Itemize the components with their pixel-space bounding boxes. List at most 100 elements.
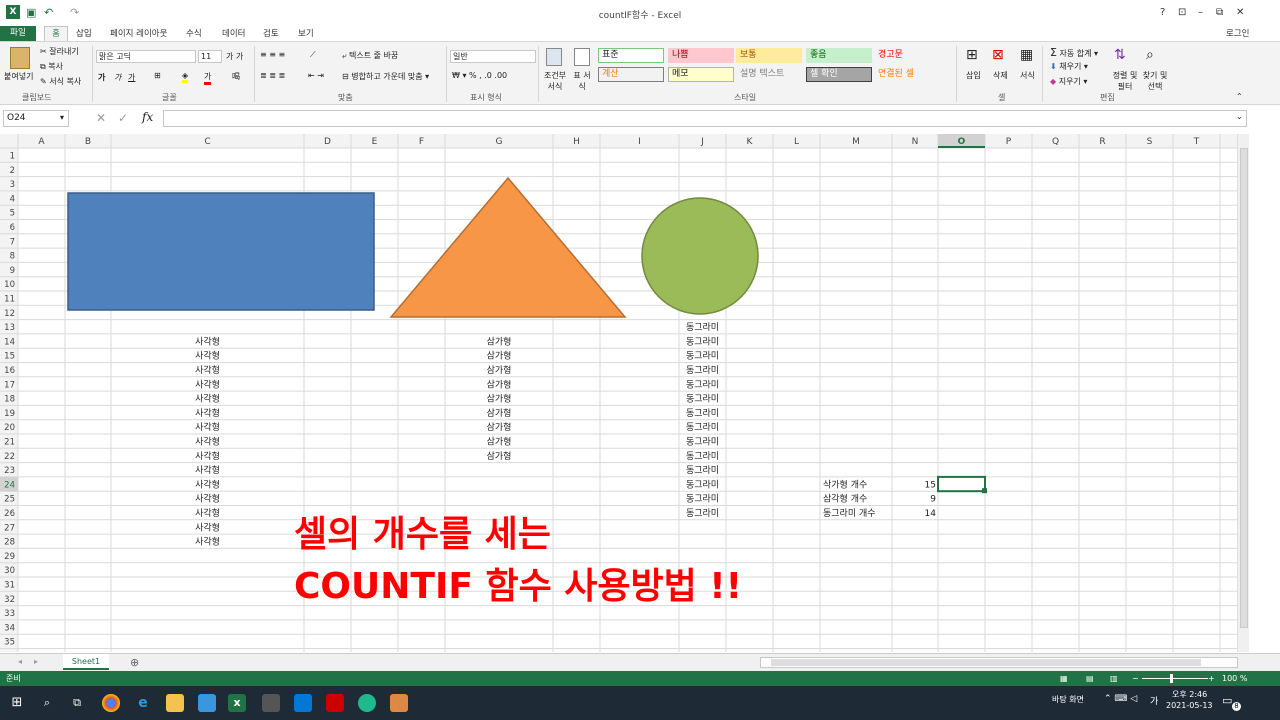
column-header[interactable]: L xyxy=(794,137,799,147)
mail-icon[interactable] xyxy=(294,694,312,712)
bold-button[interactable]: 가 xyxy=(98,72,105,83)
paste-icon[interactable] xyxy=(10,47,30,69)
close-button[interactable]: ✕ xyxy=(1236,7,1244,18)
row-header[interactable]: 23 xyxy=(4,466,15,476)
cell-C16[interactable]: 사각형 xyxy=(195,364,220,376)
cell-style-6[interactable]: 메모 xyxy=(668,67,734,82)
store-icon[interactable] xyxy=(262,694,280,712)
fill-color-icon[interactable]: ◈ xyxy=(182,71,189,83)
cell-C23[interactable]: 사각형 xyxy=(195,464,220,476)
column-header[interactable]: B xyxy=(85,137,91,147)
cell-J22[interactable]: 동그라미 xyxy=(686,451,719,462)
row-header[interactable]: 4 xyxy=(10,194,15,204)
row-header[interactable]: 22 xyxy=(4,452,15,462)
cell-style-7[interactable]: 설명 텍스트 xyxy=(736,67,802,82)
cell-J24[interactable]: 동그라미 xyxy=(686,479,719,490)
column-header[interactable]: A xyxy=(38,137,45,147)
cell-N26[interactable]: 14 xyxy=(925,509,937,519)
notification-icon[interactable]: ▭ xyxy=(1222,694,1232,707)
column-header[interactable]: T xyxy=(1193,137,1200,147)
normal-view-icon[interactable]: ▦ xyxy=(1060,671,1068,686)
chrome-icon[interactable] xyxy=(102,694,120,712)
rectangle-shape[interactable] xyxy=(67,192,375,311)
paste-button[interactable]: 붙여넣기 xyxy=(4,71,33,82)
task-view-icon[interactable]: ⧉ xyxy=(68,694,86,712)
fill-handle[interactable] xyxy=(982,488,987,494)
restore-button[interactable]: ⧉ xyxy=(1216,7,1223,18)
cell-G14[interactable]: 삼가형 xyxy=(487,336,512,347)
sort-filter-icon[interactable]: ⇅ xyxy=(1114,47,1126,63)
table-format-icon[interactable] xyxy=(574,48,590,66)
row-header[interactable]: 29 xyxy=(4,552,15,562)
prev-sheet-icon[interactable]: ◂ xyxy=(18,657,22,666)
cell-C26[interactable]: 사각형 xyxy=(195,507,220,519)
font-grow-icon[interactable]: 가 가 xyxy=(226,51,243,62)
login-link[interactable]: 로그인 xyxy=(1226,27,1249,39)
row-header[interactable]: 27 xyxy=(4,523,15,533)
horizontal-scrollbar[interactable] xyxy=(760,657,1238,668)
app2-icon[interactable] xyxy=(326,694,344,712)
tab-home[interactable]: 홈 xyxy=(44,26,68,41)
row-header[interactable]: 24 xyxy=(4,480,15,490)
cell-G18[interactable]: 삼가형 xyxy=(487,394,512,405)
row-header[interactable]: 30 xyxy=(4,566,15,576)
cell-C14[interactable]: 사각형 xyxy=(195,335,220,347)
cell-style-0[interactable]: 표준 xyxy=(598,48,664,63)
add-sheet-icon[interactable]: ⊕ xyxy=(130,656,139,669)
insert-cells-button[interactable]: 삽입 xyxy=(966,70,981,81)
cell-C15[interactable]: 사각형 xyxy=(195,350,220,362)
tray-icons[interactable]: ⌃ ⌨ ◁ xyxy=(1104,694,1137,704)
cell-C24[interactable]: 사각형 xyxy=(195,478,220,490)
currency-icon[interactable]: ₩ ▾ % , .0 .00 xyxy=(452,71,507,80)
cell-J17[interactable]: 동그라미 xyxy=(686,379,719,390)
cell-G22[interactable]: 삼가형 xyxy=(487,451,512,462)
row-header[interactable]: 25 xyxy=(4,495,15,505)
zoom-slider-handle[interactable] xyxy=(1170,674,1173,683)
desktop-label[interactable]: 바탕 화면 xyxy=(1052,694,1084,705)
cell-C22[interactable]: 사각형 xyxy=(195,450,220,462)
row-header[interactable]: 28 xyxy=(4,538,15,548)
folder-icon[interactable] xyxy=(166,694,184,712)
cell-J14[interactable]: 동그라미 xyxy=(686,336,719,347)
column-header[interactable]: I xyxy=(638,137,641,147)
row-header[interactable]: 16 xyxy=(4,366,15,376)
zoom-in-icon[interactable]: + xyxy=(1208,671,1215,686)
align-top-icon[interactable]: ≡ ≡ ≡ xyxy=(260,50,285,59)
row-header[interactable]: 31 xyxy=(4,581,15,591)
tab-data[interactable]: 데이터 xyxy=(222,27,245,39)
row-header[interactable]: 15 xyxy=(4,352,15,362)
column-header[interactable]: E xyxy=(372,137,378,147)
column-header[interactable]: H xyxy=(573,137,580,147)
cell-J23[interactable]: 동그라미 xyxy=(686,465,719,476)
orientation-icon[interactable]: ⟋ xyxy=(310,50,316,60)
cell-J15[interactable]: 동그라미 xyxy=(686,351,719,362)
next-sheet-icon[interactable]: ▸ xyxy=(34,657,38,666)
cell-C18[interactable]: 사각형 xyxy=(195,393,220,405)
row-header[interactable]: 12 xyxy=(4,309,15,319)
merge-center-button[interactable]: ⊟ 병합하고 가운데 맞춤 ▾ xyxy=(342,71,429,82)
cell-style-3[interactable]: 좋음 xyxy=(806,48,872,63)
cell-style-9[interactable]: 연결된 셀 xyxy=(874,67,940,82)
circle-shape[interactable] xyxy=(641,197,759,315)
format-cells-icon[interactable]: ▦ xyxy=(1020,47,1033,63)
page-layout-view-icon[interactable]: ▤ xyxy=(1086,671,1094,686)
number-format-select[interactable]: 일반 xyxy=(450,50,536,63)
cell-C21[interactable]: 사각형 xyxy=(195,436,220,448)
column-header[interactable]: P xyxy=(1006,137,1012,147)
wrap-text-button[interactable]: ⤶ 텍스트 줄 바꿈 xyxy=(342,50,398,61)
tab-file[interactable]: 파일 xyxy=(0,26,36,41)
vertical-scroll-thumb[interactable] xyxy=(1240,148,1248,628)
cell-G19[interactable]: 삼가형 xyxy=(487,408,512,419)
tab-view[interactable]: 보기 xyxy=(298,27,314,39)
search-icon[interactable]: ⌕ xyxy=(38,694,56,712)
font-size-select[interactable]: 11 xyxy=(198,50,222,63)
cell-G20[interactable]: 삼가형 xyxy=(487,422,512,433)
column-header[interactable]: D xyxy=(324,137,331,147)
cell-G16[interactable]: 삼가형 xyxy=(487,365,512,376)
row-header[interactable]: 33 xyxy=(4,609,15,619)
cell-J18[interactable]: 동그라미 xyxy=(686,394,719,405)
fill-button[interactable]: ⬇ 채우기 ▾ xyxy=(1050,61,1088,72)
column-header[interactable]: G xyxy=(496,137,503,147)
cell-M26[interactable]: 동그라미 개수 xyxy=(823,508,876,519)
cell-J13[interactable]: 동그라미 xyxy=(686,322,719,333)
